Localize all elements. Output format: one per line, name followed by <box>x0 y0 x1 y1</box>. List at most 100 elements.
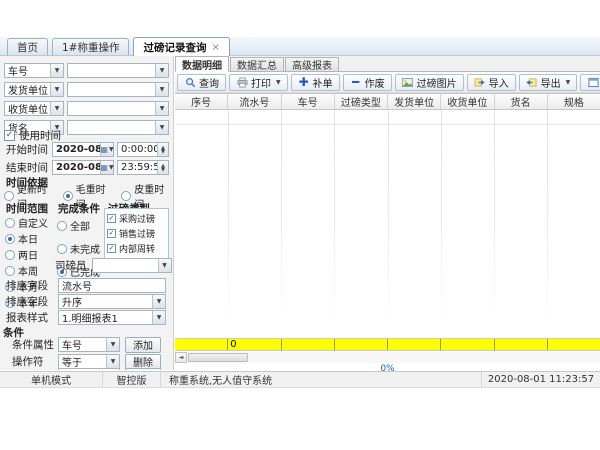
column-header-shipper[interactable]: 发货单位 <box>388 94 441 109</box>
tab-advanced-report[interactable]: 高级报表 <box>285 57 339 71</box>
calendar-icon[interactable]: ▦▼ <box>100 143 113 156</box>
chevron-down-icon[interactable]: ▼ <box>155 83 168 96</box>
chevron-down-icon[interactable]: ▼ <box>155 64 168 77</box>
chevron-down-icon[interactable]: ▼ <box>50 83 63 96</box>
chevron-down-icon[interactable]: ▼ <box>152 311 165 324</box>
chevron-down-icon[interactable]: ▼ <box>152 295 165 308</box>
column-header-spec[interactable]: 规格 <box>548 94 600 109</box>
add-condition-button[interactable]: 添加 <box>125 337 161 353</box>
weigher-label: 司磅员 <box>55 258 87 273</box>
spinner-arrows-icon[interactable]: ▲▼ <box>157 161 168 174</box>
use-time-row: ✓ 使用时间 <box>0 128 174 143</box>
summary-cell <box>335 339 388 350</box>
chevron-down-icon[interactable]: ▼ <box>50 64 63 77</box>
radio-unfinished[interactable]: 未完成 <box>57 241 100 256</box>
chevron-down-icon[interactable]: ▼ <box>158 259 171 272</box>
data-toolbar: 查询 打印 ▼ ✚ 补单 ━ 作废 <box>175 72 600 93</box>
settings-button[interactable]: 设置 <box>580 74 600 91</box>
filter-value-receiver[interactable]: ▼ <box>67 101 169 116</box>
radio-custom[interactable]: 自定义 <box>5 215 48 230</box>
tab-home-label: 首页 <box>17 40 38 55</box>
chevron-down-icon[interactable]: ▼ <box>106 355 119 368</box>
condition-op-select[interactable]: 等于 ▼ <box>58 354 120 369</box>
weigh-photo-button[interactable]: 过磅图片 <box>395 74 464 91</box>
search-icon <box>184 76 196 88</box>
print-button[interactable]: 打印 ▼ <box>229 74 288 91</box>
summary-cell-count: 0 <box>228 339 281 350</box>
column-header-serial-no[interactable]: 流水号 <box>228 94 281 109</box>
use-time-label: 使用时间 <box>19 128 61 143</box>
sort-field-input[interactable]: 流水号 <box>58 278 166 293</box>
column-header-goods[interactable]: 货名 <box>495 94 548 109</box>
condition-attr-label: 条件属性 <box>12 337 58 352</box>
chevron-down-icon[interactable]: ▼ <box>155 102 168 115</box>
tab-data-summary[interactable]: 数据汇总 <box>230 57 284 71</box>
use-time-checkbox[interactable]: ✓ <box>4 130 15 141</box>
void-ticket-button[interactable]: ━ 作废 <box>343 74 392 91</box>
filter-value-vehicle[interactable]: ▼ <box>67 63 169 78</box>
checkbox-internal-transfer[interactable]: ✓内部周转 <box>107 242 166 255</box>
sort-order-row: 排序字段 升序 ▼ <box>0 294 174 309</box>
radio-today[interactable]: 本日 <box>5 231 48 246</box>
summary-cell <box>388 339 441 350</box>
condition-attr-row: 条件属性 车号 ▼ 添加 <box>0 337 174 352</box>
start-time-row: 开始时间 2020-08-01 ▦▼ 0:00:00 ▲▼ <box>0 142 174 157</box>
chevron-down-icon[interactable]: ▼ <box>106 338 119 351</box>
filter-row-receiver: 收货单位 ▼ ▼ <box>0 101 174 116</box>
chevron-down-icon[interactable]: ▼ <box>566 79 571 86</box>
condition-attr-select[interactable]: 车号 ▼ <box>58 337 120 352</box>
scroll-left-arrow-icon[interactable]: ◄ <box>175 352 187 363</box>
tab-data-detail[interactable]: 数据明细 <box>175 56 229 72</box>
chevron-down-icon[interactable]: ▼ <box>50 102 63 115</box>
grid-column-line <box>547 110 548 338</box>
column-header-seq[interactable]: 序号 <box>175 94 228 109</box>
field-select-receiver[interactable]: 收货单位 ▼ <box>4 101 64 116</box>
start-date-picker[interactable]: 2020-08-01 ▦▼ <box>52 142 114 157</box>
calendar-icon[interactable]: ▦▼ <box>100 161 113 174</box>
sort-order-label: 排序字段 <box>6 294 58 309</box>
close-icon[interactable]: × <box>211 42 219 53</box>
field-select-vehicle[interactable]: 车号 ▼ <box>4 63 64 78</box>
tab-home[interactable]: 首页 <box>7 38 48 55</box>
export-button[interactable]: 导出 ▼ <box>519 74 578 91</box>
summary-cell <box>282 339 335 350</box>
tab-weigh-record-label: 过磅记录查询 <box>143 40 206 55</box>
main-area: 车号 ▼ ▼ 发货单位 ▼ ▼ 收货 <box>0 56 600 370</box>
start-time-spinner[interactable]: 0:00:00 ▲▼ <box>117 142 169 157</box>
chevron-down-icon[interactable]: ▼ <box>276 79 281 86</box>
column-header-weigh-type[interactable]: 过磅类型 <box>335 94 388 109</box>
horizontal-scrollbar[interactable]: ◄ <box>175 352 600 363</box>
end-date-picker[interactable]: 2020-08-01 ▦▼ <box>52 160 114 175</box>
import-button[interactable]: 导入 <box>467 74 516 91</box>
tab-weigh-record-query[interactable]: 过磅记录查询 × <box>133 37 229 56</box>
checkbox-purchase-weigh[interactable]: ✓采购过磅 <box>107 212 166 225</box>
checkbox-sales-weigh[interactable]: ✓销售过磅 <box>107 227 166 240</box>
column-header-vehicle-no[interactable]: 车号 <box>282 94 335 109</box>
condition-extra-button[interactable] <box>125 368 161 371</box>
summary-row: 0 <box>175 338 600 351</box>
supplement-ticket-button[interactable]: ✚ 补单 <box>291 74 340 91</box>
weigher-row: 司磅员 ▼ <box>0 258 174 273</box>
filter-value-shipper[interactable]: ▼ <box>67 82 169 97</box>
spinner-arrows-icon[interactable]: ▲▼ <box>157 143 168 156</box>
column-header-receiver[interactable]: 收货单位 <box>441 94 494 109</box>
condition-value-label: 值 <box>20 368 58 370</box>
status-system-name: 称重系统,无人值守系统 <box>161 372 482 387</box>
image-icon <box>402 76 414 88</box>
radio-all[interactable]: 全部 <box>57 218 100 233</box>
status-mode: 单机模式 <box>0 372 103 387</box>
report-style-select[interactable]: 1.明细报表1 ▼ <box>58 310 166 325</box>
weigher-select[interactable]: ▼ <box>92 258 172 273</box>
end-time-row: 结束时间 2020-08-01 ▦▼ 23:59:59 ▲▼ <box>0 160 174 175</box>
condition-value-row: 值 <box>0 368 174 370</box>
field-select-shipper[interactable]: 发货单位 ▼ <box>4 82 64 97</box>
sort-order-select[interactable]: 升序 ▼ <box>58 294 166 309</box>
end-time-spinner[interactable]: 23:59:59 ▲▼ <box>117 160 169 175</box>
filter-panel: 车号 ▼ ▼ 发货单位 ▼ ▼ 收货 <box>0 56 174 370</box>
tab-scale1-operation[interactable]: 1#称重操作 <box>52 38 129 55</box>
export-icon <box>526 76 538 88</box>
status-datetime: 2020-08-01 11:23:57 <box>482 372 600 387</box>
query-button[interactable]: 查询 <box>177 74 226 91</box>
scrollbar-thumb[interactable] <box>188 353 248 362</box>
condition-value-input[interactable] <box>58 368 120 370</box>
